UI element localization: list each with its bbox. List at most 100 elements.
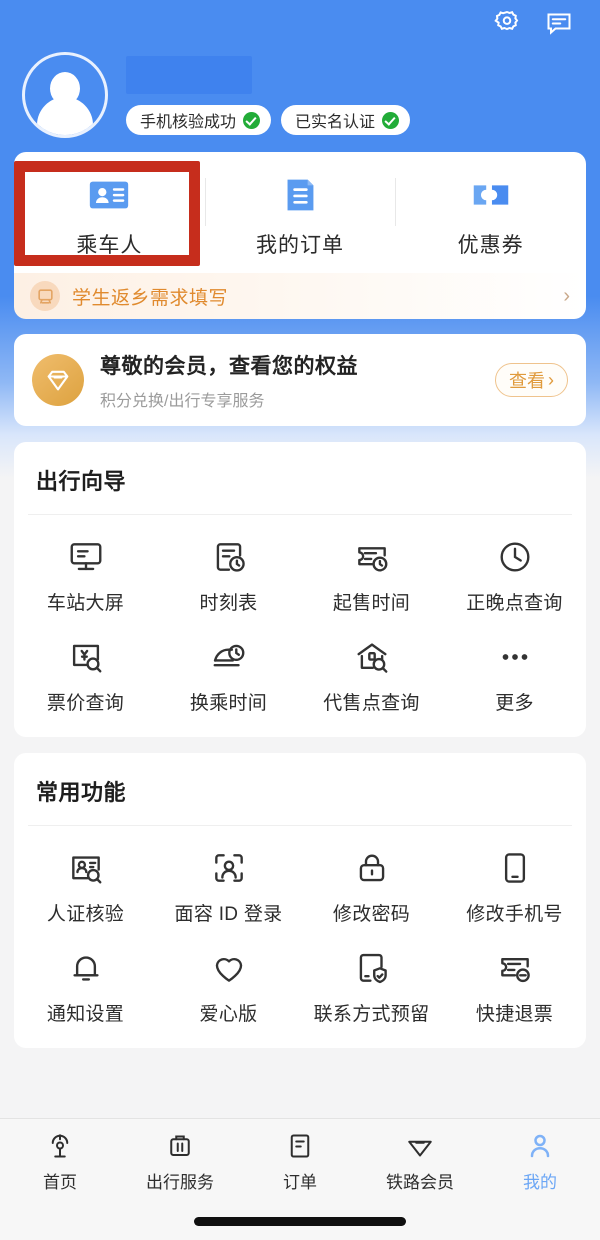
member-title: 尊敬的会员，查看您的权益 bbox=[100, 354, 358, 378]
grid-item-id-verification[interactable]: 人证核验 bbox=[14, 840, 157, 934]
grid-item-sale-start-time[interactable]: 起售时间 bbox=[300, 529, 443, 623]
grid-item-notification-settings[interactable]: 通知设置 bbox=[14, 940, 157, 1034]
grid-item-transfer-time[interactable]: 换乘时间 bbox=[157, 629, 300, 723]
view-benefits-label: 查看 bbox=[509, 371, 545, 391]
grid-item-label: 修改手机号 bbox=[466, 904, 563, 925]
member-diamond-icon bbox=[408, 1140, 432, 1157]
tab-label: 我的 bbox=[523, 1173, 557, 1192]
quick-actions-row: 乘车人 我的订单 优惠券 bbox=[14, 152, 586, 273]
grid-item-quick-refund[interactable]: 快捷退票 bbox=[443, 940, 586, 1034]
agency-search-icon bbox=[357, 643, 387, 673]
quick-action-my-orders[interactable]: 我的订单 bbox=[204, 172, 396, 259]
contact-shield-icon bbox=[359, 953, 387, 984]
bottom-navigation: 首页 出行服务 订单 铁路会员 我的 bbox=[0, 1118, 600, 1240]
grid-item-label: 面容 ID 登录 bbox=[174, 904, 283, 925]
grid-item-label: 人证核验 bbox=[46, 904, 125, 925]
tab-list: 首页 出行服务 订单 铁路会员 我的 bbox=[0, 1119, 600, 1203]
tab-railway-member[interactable]: 铁路会员 bbox=[360, 1131, 480, 1203]
phone-icon bbox=[504, 853, 525, 883]
quick-action-label: 我的订单 bbox=[256, 234, 344, 257]
common-functions-grid: 人证核验 面容 ID 登录 修改密码 修改手机号 通知设置 爱心版 联系方式预留… bbox=[14, 826, 586, 1034]
lock-icon bbox=[359, 854, 384, 882]
chevron-right-icon[interactable]: › bbox=[563, 286, 570, 306]
timetable-icon bbox=[216, 543, 245, 572]
grid-item-label: 时刻表 bbox=[199, 593, 258, 614]
status-badge-phone-verified: 手机核验成功 bbox=[126, 105, 272, 135]
bell-icon bbox=[72, 956, 99, 981]
tab-label: 出行服务 bbox=[146, 1173, 214, 1192]
grid-item-label: 票价查询 bbox=[46, 693, 125, 714]
check-circle-icon bbox=[243, 111, 261, 129]
common-functions-section: 常用功能 人证核验 面容 ID 登录 修改密码 修改手机号 通知设置 爱心版 联… bbox=[14, 753, 586, 1048]
quick-actions-card: 乘车人 我的订单 优惠券 bbox=[0, 152, 600, 273]
grid-item-timetable[interactable]: 时刻表 bbox=[157, 529, 300, 623]
chevron-right-icon: › bbox=[548, 369, 554, 390]
chip-label: 已实名认证 bbox=[295, 114, 376, 131]
check-circle-icon bbox=[382, 111, 400, 129]
profile-page: 手机核验成功 已实名认证 乘车人 我的订单 优惠券 学生返乡需求填写 › 尊敬的… bbox=[0, 0, 600, 1048]
avatar[interactable] bbox=[22, 52, 108, 138]
railway-home-icon bbox=[51, 1134, 69, 1158]
member-subtitle: 积分兑换/出行专享服务 bbox=[100, 392, 265, 410]
grid-item-face-id-login[interactable]: 面容 ID 登录 bbox=[157, 840, 300, 934]
chat-bubble-icon[interactable] bbox=[544, 8, 574, 38]
grid-item-change-password[interactable]: 修改密码 bbox=[300, 840, 443, 934]
tab-orders[interactable]: 订单 bbox=[240, 1131, 360, 1203]
chip-label: 手机核验成功 bbox=[140, 114, 237, 131]
grid-item-label: 通知设置 bbox=[46, 1004, 125, 1025]
grid-item-more[interactable]: 更多 bbox=[443, 629, 586, 723]
member-benefits-banner[interactable]: 尊敬的会员，查看您的权益 积分兑换/出行专享服务 查看 › bbox=[14, 334, 586, 426]
identity-block: 手机核验成功 已实名认证 bbox=[126, 52, 411, 135]
verification-chips: 手机核验成功 已实名认证 bbox=[126, 105, 411, 135]
grid-item-label: 联系方式预留 bbox=[313, 1004, 430, 1025]
clock-icon bbox=[500, 542, 529, 572]
member-text-block: 尊敬的会员，查看您的权益 积分兑换/出行专享服务 bbox=[100, 350, 479, 411]
id-verify-icon bbox=[71, 856, 101, 884]
grid-item-label: 快捷退票 bbox=[475, 1004, 554, 1025]
user-name-redacted bbox=[126, 56, 252, 94]
tab-label: 订单 bbox=[283, 1173, 317, 1192]
tab-label: 首页 bbox=[43, 1173, 77, 1192]
top-icon-bar bbox=[0, 0, 600, 46]
grid-item-agency-query[interactable]: 代售点查询 bbox=[300, 629, 443, 723]
tab-travel-service[interactable]: 出行服务 bbox=[120, 1131, 240, 1203]
order-document-icon bbox=[287, 179, 314, 211]
grid-item-station-screen[interactable]: 车站大屏 bbox=[14, 529, 157, 623]
grid-item-contact-reserve[interactable]: 联系方式预留 bbox=[300, 940, 443, 1034]
tab-profile[interactable]: 我的 bbox=[480, 1131, 600, 1203]
tab-label: 铁路会员 bbox=[386, 1173, 454, 1192]
more-dots-icon bbox=[502, 654, 527, 660]
profile-row[interactable]: 手机核验成功 已实名认证 bbox=[0, 46, 600, 142]
face-id-icon bbox=[214, 854, 243, 882]
quick-action-coupons[interactable]: 优惠券 bbox=[395, 172, 586, 259]
student-return-banner[interactable]: 学生返乡需求填写 › bbox=[14, 273, 586, 319]
grid-item-fare-query[interactable]: 票价查询 bbox=[14, 629, 157, 723]
grid-item-label: 修改密码 bbox=[332, 904, 411, 925]
grid-item-label: 代售点查询 bbox=[323, 693, 420, 714]
status-badge-realname-verified: 已实名认证 bbox=[281, 105, 411, 135]
tab-home[interactable]: 首页 bbox=[0, 1131, 120, 1203]
section-title-common-functions: 常用功能 bbox=[36, 780, 127, 805]
luggage-icon bbox=[170, 1135, 190, 1157]
grid-item-change-phone[interactable]: 修改手机号 bbox=[443, 840, 586, 934]
grid-item-accessible-version[interactable]: 爱心版 bbox=[157, 940, 300, 1034]
quick-action-passengers[interactable]: 乘车人 bbox=[14, 172, 205, 259]
person-icon bbox=[530, 1134, 550, 1158]
grid-item-label: 车站大屏 bbox=[46, 593, 125, 614]
heart-icon bbox=[215, 957, 242, 982]
view-benefits-button[interactable]: 查看 › bbox=[495, 363, 568, 397]
grid-item-label: 更多 bbox=[495, 693, 534, 714]
grid-item-label: 换乘时间 bbox=[189, 693, 268, 714]
grid-item-punctuality-query[interactable]: 正晚点查询 bbox=[443, 529, 586, 623]
coupon-ticket-icon bbox=[473, 185, 508, 205]
refund-ticket-icon bbox=[500, 957, 530, 983]
grid-item-label: 起售时间 bbox=[332, 593, 411, 614]
student-banner-label: 学生返乡需求填写 bbox=[72, 287, 229, 309]
grid-item-label: 正晚点查询 bbox=[466, 593, 563, 614]
student-train-icon bbox=[30, 281, 60, 311]
home-indicator bbox=[194, 1217, 406, 1226]
station-screen-icon bbox=[70, 543, 101, 571]
gear-icon[interactable] bbox=[492, 8, 522, 38]
travel-guide-grid: 车站大屏 时刻表 起售时间 正晚点查询 票价查询 换乘时间 代售点查询 更多 bbox=[14, 515, 586, 723]
quick-action-label: 优惠券 bbox=[457, 234, 524, 257]
